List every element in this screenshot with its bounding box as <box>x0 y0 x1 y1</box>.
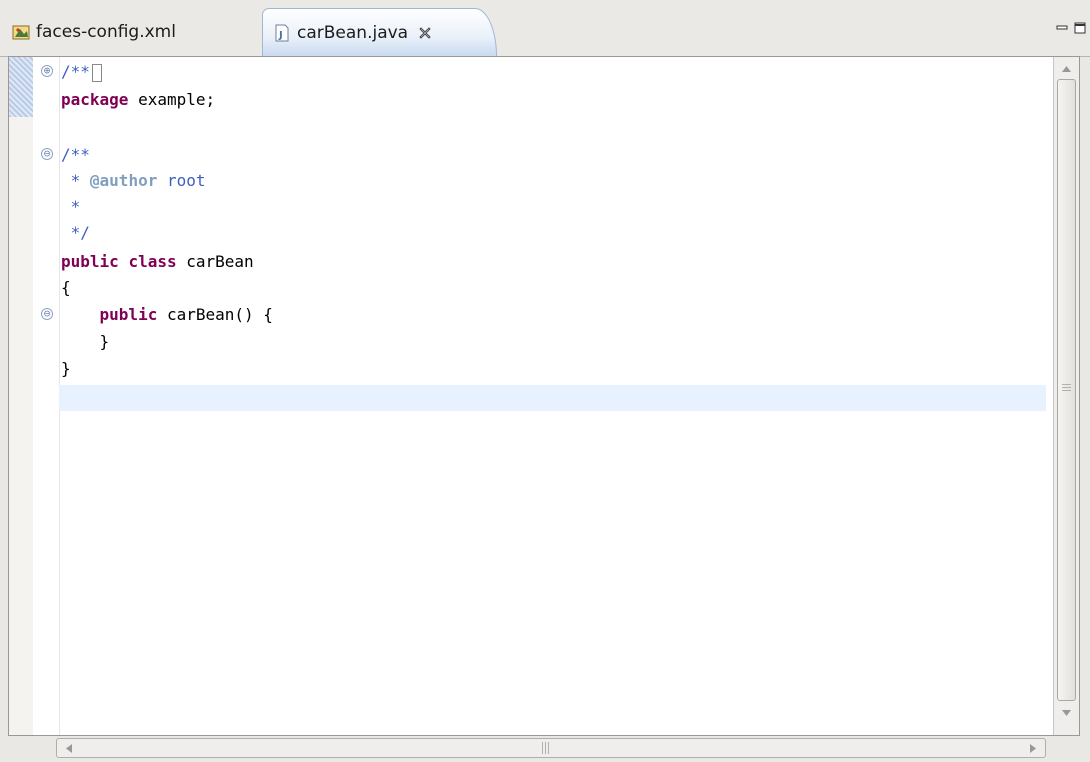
tab-carbean-java[interactable]: J carBean.java <box>262 8 497 56</box>
code-line: /** <box>61 142 90 168</box>
javadoc-open: /** <box>61 145 90 164</box>
javadoc-open: /** <box>61 62 90 81</box>
svg-text:J: J <box>278 30 283 41</box>
keyword: package <box>61 90 129 109</box>
expand-fold-icon[interactable]: ⊕ <box>41 65 53 77</box>
java-editor[interactable]: ⊕ ⊖ ⊖ /** package example; /** * @author… <box>8 56 1080 736</box>
minimize-icon[interactable] <box>1056 22 1068 34</box>
code-line: } <box>61 356 71 382</box>
javadoc-close: */ <box>61 223 90 242</box>
keyword: public <box>99 305 158 324</box>
code-text: } <box>61 359 71 378</box>
close-tab-icon[interactable] <box>418 26 432 40</box>
code-line: * @author root <box>61 168 206 194</box>
collapse-fold-icon[interactable]: ⊖ <box>41 308 53 320</box>
javadoc-text: root <box>157 171 206 190</box>
vertical-scrollbar[interactable] <box>1053 57 1079 735</box>
code-text: carBean() { <box>157 305 273 324</box>
scroll-down-arrow-icon[interactable] <box>1057 705 1076 721</box>
code-text: } <box>61 332 110 351</box>
code-line: { <box>61 275 71 301</box>
scroll-left-arrow-icon[interactable] <box>61 740 77 756</box>
tab-label: faces-config.xml <box>36 22 176 42</box>
code-line: * <box>61 194 81 220</box>
code-text: example; <box>128 90 216 109</box>
editor-tab-bar: faces-config.xml J carBean.java <box>0 0 1090 57</box>
scroll-up-arrow-icon[interactable] <box>1057 61 1076 77</box>
folded-region-box[interactable] <box>91 63 102 82</box>
keyword: class <box>128 252 177 271</box>
tab-faces-config[interactable]: faces-config.xml <box>4 8 256 56</box>
code-text: { <box>61 278 71 297</box>
overview-ruler <box>9 57 33 735</box>
code-line: package example; <box>61 87 215 113</box>
vertical-scroll-thumb[interactable] <box>1057 79 1076 701</box>
code-line: /** <box>61 59 102 85</box>
horizontal-scrollbar[interactable] <box>56 738 1046 758</box>
code-line: */ <box>61 220 90 246</box>
javadoc-text: * <box>61 197 81 216</box>
scroll-right-arrow-icon[interactable] <box>1025 740 1041 756</box>
window-controls <box>1056 22 1086 34</box>
java-file-icon: J <box>275 24 289 41</box>
code-text: carBean <box>176 252 254 271</box>
code-line: public class carBean <box>61 249 254 275</box>
code-line: public carBean() { <box>61 302 273 328</box>
code-line: } <box>61 329 110 355</box>
code-area[interactable]: /** package example; /** * @author root … <box>61 57 1046 735</box>
javadoc-tag: @author <box>89 171 158 190</box>
horizontal-scroll-grip[interactable] <box>542 742 552 754</box>
keyword: public <box>61 252 119 271</box>
maximize-icon[interactable] <box>1074 22 1086 34</box>
tab-label: carBean.java <box>297 22 409 43</box>
faces-config-icon <box>12 25 30 40</box>
javadoc-text: * <box>61 171 90 190</box>
collapse-fold-icon[interactable]: ⊖ <box>41 148 53 160</box>
folding-gutter: ⊕ ⊖ ⊖ <box>33 57 60 735</box>
ruler-highlight <box>9 57 33 117</box>
